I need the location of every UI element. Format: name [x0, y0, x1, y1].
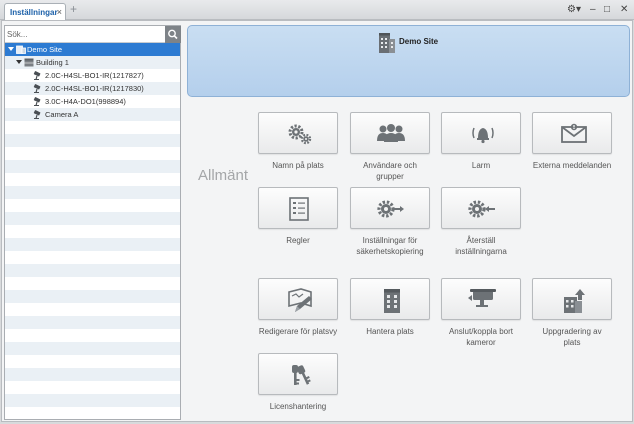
tree-item-label: 3.0C-H4A-DO1(998894)	[45, 97, 126, 106]
tree-item-label: 2.0C-H4SL-BO1-IR(1217830)	[45, 84, 144, 93]
tree-item-camera[interactable]: 2.0C-H4SL-BO1-IR(1217830)	[5, 82, 180, 95]
gear-import-icon	[468, 200, 495, 218]
tab-installningar[interactable]: Inställningar ×	[4, 3, 66, 20]
camera-icon	[33, 110, 41, 119]
users-groups-button[interactable]	[350, 112, 430, 154]
restore-settings-button[interactable]	[441, 187, 521, 229]
manage-site-label: Hantera plats	[366, 327, 414, 336]
minimize-icon[interactable]: ‒	[590, 4, 596, 15]
camera-icon	[33, 97, 41, 106]
tree-item-label: Demo Site	[27, 45, 63, 54]
tab-close-icon[interactable]: ×	[57, 7, 62, 17]
tree-item-label: Camera A	[45, 110, 79, 119]
tree-item-demo-site[interactable]: Demo Site	[5, 43, 180, 56]
map-edit-icon	[288, 288, 312, 312]
checklist-icon	[289, 197, 309, 221]
manage-site-button[interactable]	[350, 278, 430, 320]
users-groups-label-2: grupper	[376, 172, 404, 181]
tree-item-camera[interactable]: 2.0C-H4SL-BO1-IR(1217827)	[5, 69, 180, 82]
users-groups-label-1: Användare och	[363, 161, 417, 170]
backup-settings-button[interactable]	[350, 187, 430, 229]
rules-button[interactable]	[258, 187, 338, 229]
section-title-general: Allmänt	[198, 167, 249, 184]
search-bar	[5, 26, 165, 43]
gears-icon	[288, 124, 312, 145]
upgrade-site-label-2: plats	[563, 338, 581, 347]
keys-icon	[292, 365, 311, 385]
backup-settings-label-2: säkerhetskopiering	[356, 247, 424, 256]
search-input[interactable]	[7, 28, 162, 41]
site-tree: Demo Site Building 1 2.0C-H4SL-BO1-IR(12…	[5, 43, 180, 419]
gear-menu-icon[interactable]: ⚙▾	[567, 4, 581, 15]
building-icon	[24, 58, 34, 67]
licensing-button[interactable]	[258, 353, 338, 395]
search-icon	[168, 29, 178, 40]
title-bar: Inställningar × + ⚙▾ ‒ □ ✕	[0, 0, 634, 20]
upgrade-site-button[interactable]	[532, 278, 612, 320]
building-icon	[384, 289, 400, 313]
alarms-button[interactable]	[441, 112, 521, 154]
expand-arrow-icon[interactable]	[16, 60, 22, 64]
upgrade-site-label-1: Uppgradering av	[542, 327, 602, 336]
tree-item-camera[interactable]: Camera A	[5, 108, 180, 121]
alarm-bell-icon	[472, 127, 494, 144]
maximize-icon[interactable]: □	[604, 4, 610, 15]
close-window-icon[interactable]: ✕	[620, 4, 628, 15]
tree-item-label: Building 1	[36, 58, 69, 67]
tree-item-label: 2.0C-H4SL-BO1-IR(1217827)	[45, 71, 144, 80]
site-tree-panel: Demo Site Building 1 2.0C-H4SL-BO1-IR(12…	[4, 25, 181, 420]
restore-settings-label-2: inställningarna	[455, 247, 507, 256]
add-tab-icon[interactable]: +	[70, 3, 77, 15]
site-header-banner: Demo Site	[187, 25, 630, 97]
external-messages-label: Externa meddelanden	[532, 161, 612, 170]
site-building-icon	[379, 33, 395, 53]
backup-settings-label-1: Inställningar för	[362, 236, 418, 245]
envelope-icon	[561, 123, 587, 143]
connect-cameras-button[interactable]	[441, 278, 521, 320]
tree-item-building-1[interactable]: Building 1	[5, 56, 180, 69]
site-view-editor-button[interactable]	[258, 278, 338, 320]
rules-label: Regler	[286, 236, 310, 245]
connect-cameras-label-1: Anslut/koppla bort	[448, 327, 514, 336]
expand-arrow-icon[interactable]	[8, 47, 14, 51]
site-name-button[interactable]	[258, 112, 338, 154]
alarms-label: Larm	[471, 161, 491, 170]
tree-item-camera[interactable]: 3.0C-H4A-DO1(998894)	[5, 95, 180, 108]
users-icon	[377, 124, 405, 142]
gear-export-icon	[377, 200, 404, 218]
connect-cameras-label-2: kameror	[466, 338, 496, 347]
site-icon	[16, 45, 26, 54]
tab-title: Inställningar	[10, 8, 58, 17]
camera-icon	[33, 71, 41, 80]
site-view-editor-label: Redigerare för platsvy	[258, 327, 338, 336]
external-messages-button[interactable]	[532, 112, 612, 154]
licensing-label: Licenshantering	[269, 402, 327, 411]
restore-settings-label-1: Återställ	[466, 236, 496, 245]
upgrade-building-icon	[564, 289, 585, 313]
camera-icon	[33, 84, 41, 93]
camera-connect-icon	[468, 289, 496, 307]
site-title: Demo Site	[399, 37, 439, 46]
search-button[interactable]	[165, 26, 181, 43]
site-name-label: Namn på plats	[272, 161, 324, 170]
